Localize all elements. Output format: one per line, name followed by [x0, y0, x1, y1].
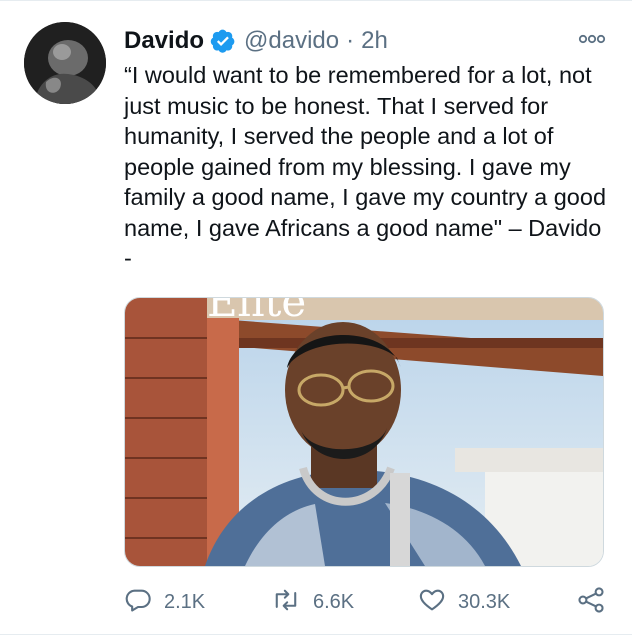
retweet-count: 6.6K — [313, 590, 355, 613]
separator-dot: · — [346, 27, 355, 54]
reply-count: 2.1K — [164, 590, 206, 613]
share-icon — [576, 586, 606, 619]
like-button[interactable]: 30.3K — [418, 585, 510, 619]
display-name[interactable]: Davido — [124, 27, 204, 55]
top-divider — [0, 0, 632, 1]
retweet-button[interactable]: 6.6K — [271, 585, 354, 619]
bottom-divider — [0, 634, 632, 635]
share-button[interactable] — [576, 585, 606, 619]
handle[interactable]: @davido — [244, 27, 339, 55]
avatar[interactable] — [24, 22, 106, 104]
verified-badge-icon — [210, 28, 236, 54]
tweet-actions: 2.1K 6.6K 30.3K — [0, 585, 632, 619]
more-options-icon[interactable] — [577, 30, 607, 48]
like-count: 30.3K — [458, 590, 511, 613]
reply-button[interactable]: 2.1K — [124, 585, 205, 619]
timestamp[interactable]: 2h — [361, 27, 388, 55]
avatar-photo — [24, 22, 106, 104]
tweet-media-image[interactable]: Elite — [124, 297, 604, 567]
tweet-header: Davido @davido · 2h — [124, 25, 388, 57]
retweet-icon — [271, 586, 301, 619]
media-photo: Elite — [125, 298, 603, 566]
tweet-text: “I would want to be remembered for a lot… — [124, 62, 607, 271]
heart-icon — [418, 586, 446, 619]
reply-icon — [124, 586, 152, 619]
media-overlay-title: Elite — [207, 298, 306, 326]
